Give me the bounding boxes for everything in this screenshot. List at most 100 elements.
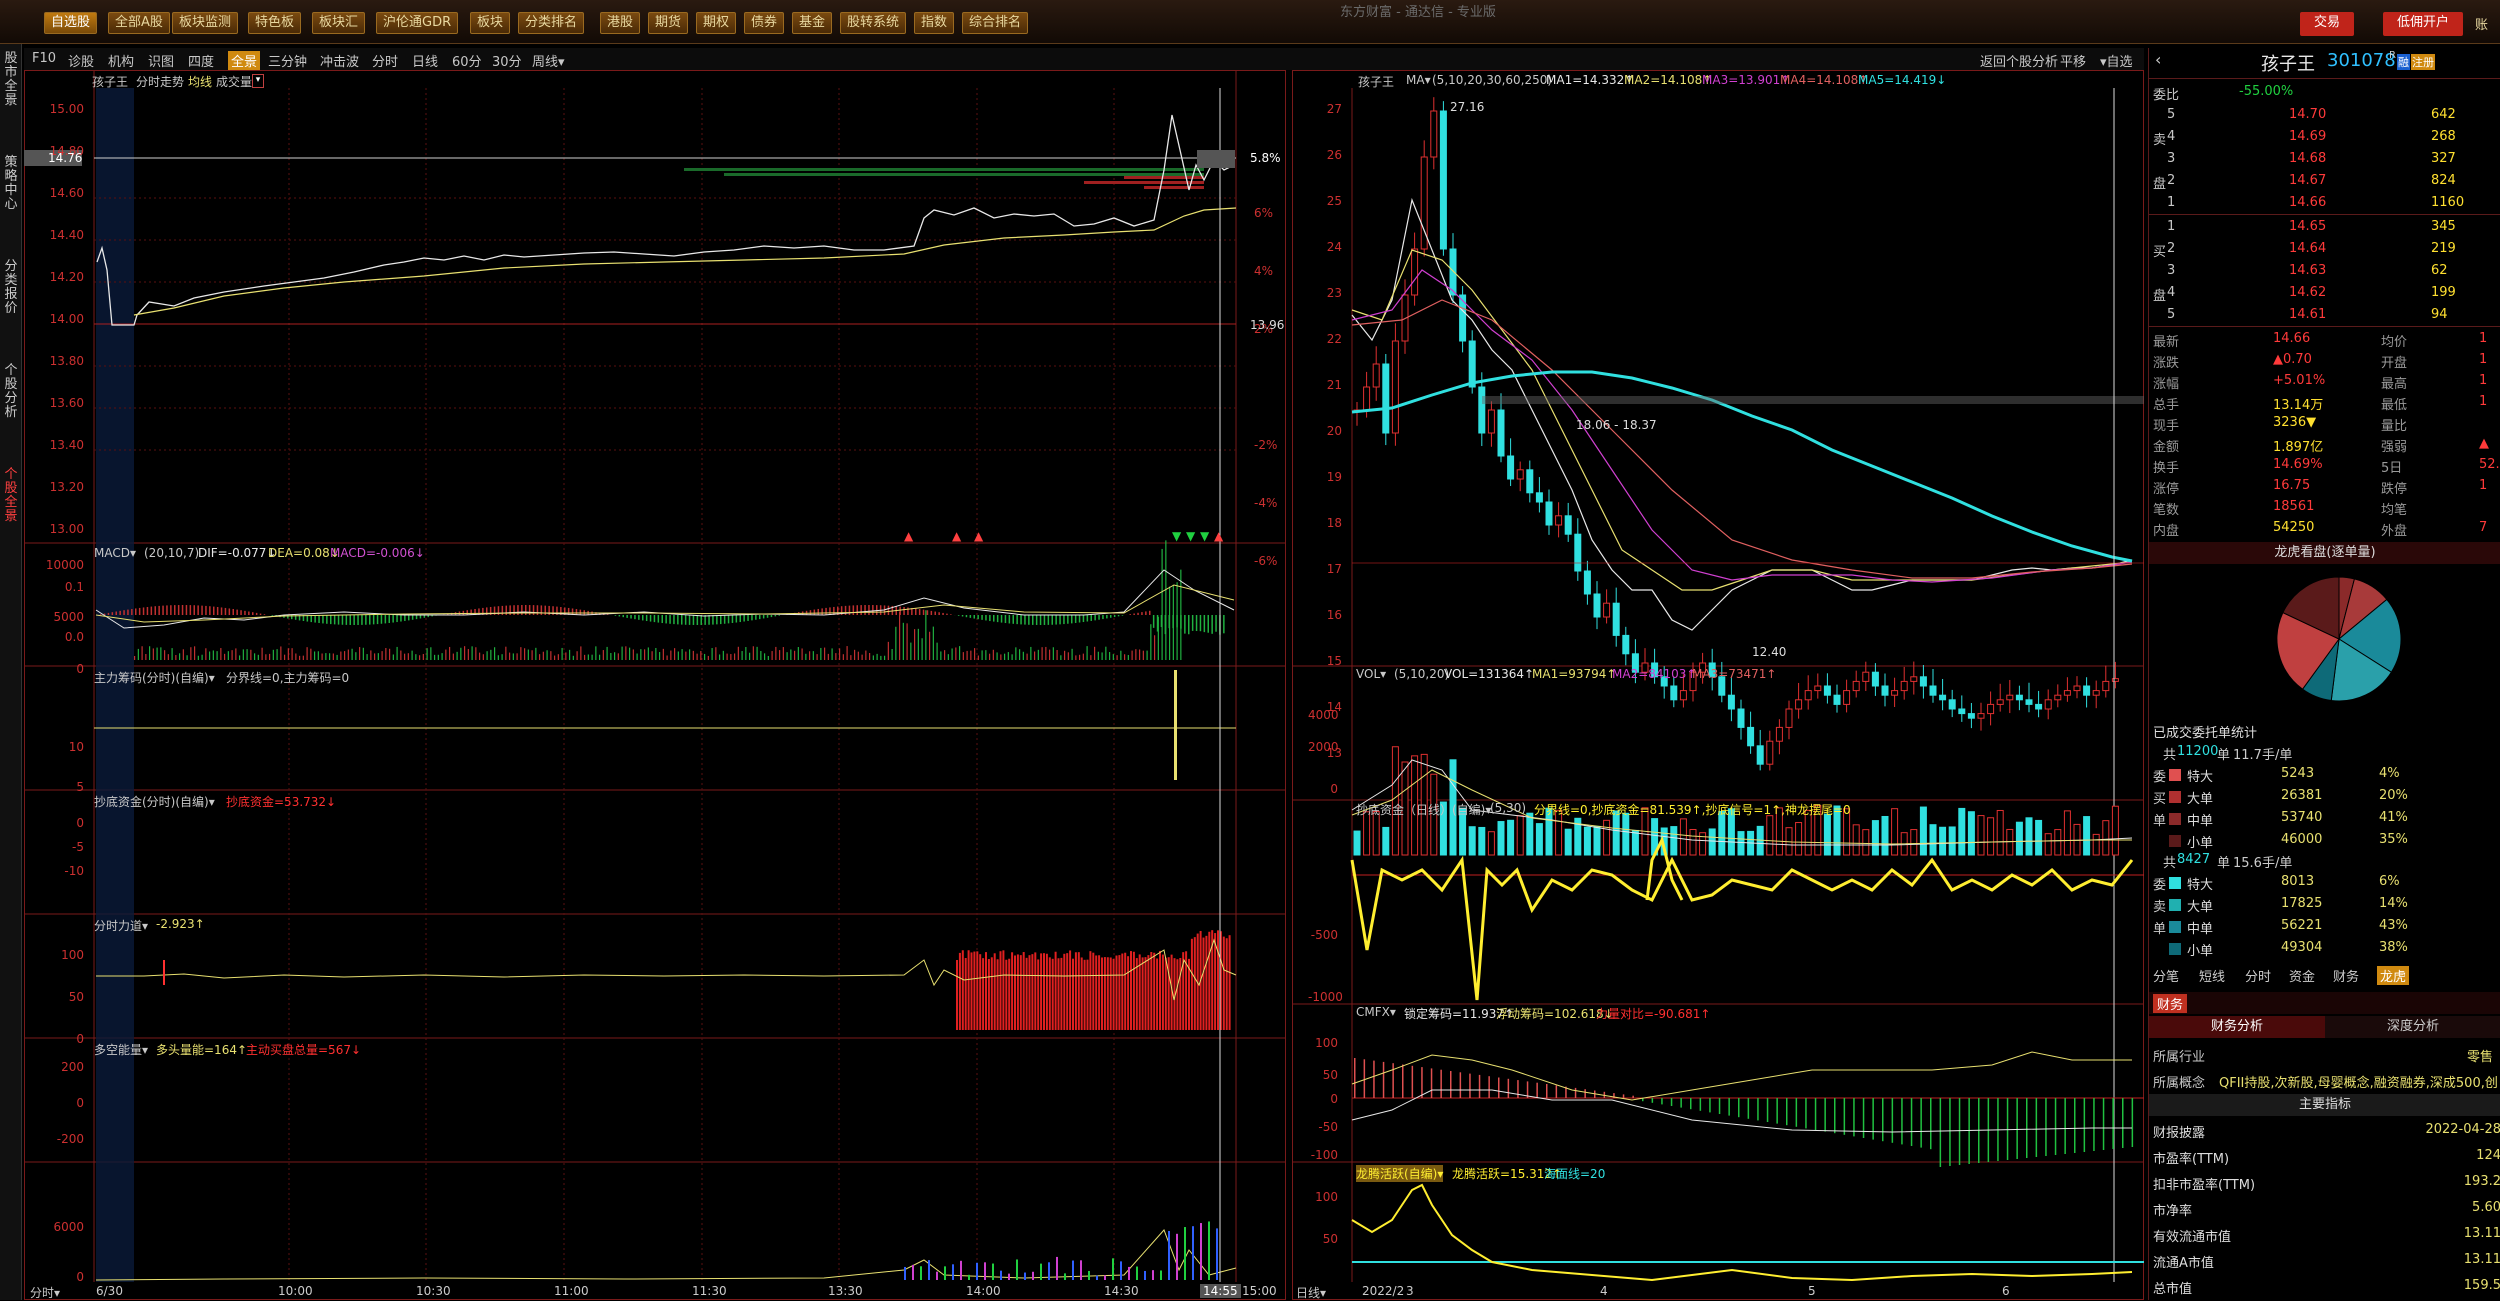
tool-2[interactable]: 机构	[108, 51, 134, 70]
tool-4[interactable]: 四度	[188, 51, 214, 70]
depth-analysis-tab[interactable]: 深度分析	[2325, 1016, 2500, 1038]
more-button[interactable]: 账	[2475, 14, 2488, 33]
volume-bar	[329, 653, 330, 660]
cmfx-bar	[1479, 1075, 1481, 1098]
daily-price-tick: 19	[1312, 470, 1342, 484]
quote-tab-3[interactable]: 资金	[2289, 966, 2315, 985]
back-arrow-icon[interactable]: ‹	[2155, 50, 2161, 69]
chevron-down-icon[interactable]: ▾	[252, 74, 264, 88]
vol-title[interactable]: VOL▾	[1356, 667, 1386, 681]
quote-tab-4[interactable]: 财务	[2333, 966, 2359, 985]
tool-0[interactable]: F10	[32, 51, 56, 66]
power-title[interactable]: 分时力道▾	[94, 917, 148, 934]
menu-4[interactable]: 板块汇	[312, 12, 365, 34]
macd-bar	[537, 605, 539, 615]
long-short-bar	[1152, 1270, 1154, 1280]
candle-body	[2074, 686, 2080, 691]
quote-tab-0[interactable]: 分笔	[2153, 966, 2179, 985]
daily-mode-button[interactable]: 日线▾	[1296, 1284, 1326, 1301]
tool-11[interactable]: 30分	[492, 51, 522, 70]
menu-10[interactable]: 期权	[696, 12, 736, 34]
fin-analysis-tab[interactable]: 财务分析	[2149, 1016, 2325, 1038]
volume-bar	[374, 653, 375, 660]
cmfx-title[interactable]: CMFX▾	[1356, 1005, 1396, 1019]
volume-bar	[352, 649, 353, 660]
candle-body	[1901, 681, 1907, 690]
menu-9[interactable]: 期货	[648, 12, 688, 34]
tool-3[interactable]: 识图	[148, 51, 174, 70]
macd-bar	[408, 615, 410, 620]
volume-bar	[487, 651, 488, 660]
group-volume: 17825	[2281, 896, 2322, 911]
volume-bar	[562, 648, 563, 660]
menu-2[interactable]: 板块监测	[172, 12, 238, 34]
macd-bar	[1001, 615, 1003, 623]
main-funds-title[interactable]: 主力筹码(分时)(自编)▾	[94, 669, 215, 686]
daily-price-tick: 26	[1312, 148, 1342, 162]
candle-body	[1786, 709, 1792, 727]
bottom-funds-bar	[1133, 952, 1135, 1030]
tool-right-1[interactable]: 平移	[2060, 51, 2086, 70]
group-prefix: 共	[2163, 852, 2176, 871]
sidebar-item-0[interactable]: 股市全景	[2, 52, 20, 108]
bottom-funds-bar	[1121, 954, 1123, 1030]
menu-12[interactable]: 基金	[792, 12, 832, 34]
menu-3[interactable]: 特色板	[248, 12, 301, 34]
tool-8[interactable]: 分时	[372, 51, 398, 70]
macd-bar	[256, 613, 258, 615]
fin-tab[interactable]: 财务	[2153, 994, 2187, 1013]
ma-title[interactable]: MA▾	[1406, 73, 1431, 87]
stat-row: 内盘54250外盘7	[2149, 517, 2500, 539]
long-power-line: 多头量能=164↑	[156, 1041, 247, 1058]
bottom-funds-bar	[1049, 957, 1051, 1030]
menu-14[interactable]: 指数	[914, 12, 954, 34]
tool-12[interactable]: 周线▾	[532, 51, 565, 70]
quote-tab-5[interactable]: 龙虎	[2377, 966, 2409, 985]
menu-0[interactable]: 自选股	[44, 12, 97, 34]
volume-bar	[918, 629, 919, 660]
sidebar-item-2[interactable]: 分类报价	[2, 260, 20, 316]
tool-1[interactable]: 诊股	[68, 51, 94, 70]
menu-1[interactable]: 全部A股	[108, 12, 170, 34]
menu-5[interactable]: 沪伦通GDR	[376, 12, 458, 34]
long-short-tick: 6000	[24, 1220, 84, 1234]
tool-6[interactable]: 三分钟	[268, 51, 307, 70]
long-short-bar	[976, 1263, 978, 1280]
sidebar-item-4[interactable]: 个股全景	[2, 468, 20, 524]
quote-tab-1[interactable]: 短线	[2199, 966, 2225, 985]
bottom-funds-bar	[1165, 958, 1167, 1030]
intraday-mode-button[interactable]: 分时▾	[30, 1284, 60, 1301]
bottom-funds-bar	[1078, 952, 1080, 1030]
menu-8[interactable]: 港股	[600, 12, 640, 34]
bottom-funds-bar	[1063, 954, 1065, 1030]
volume-bar	[138, 649, 139, 660]
tool-7[interactable]: 冲击波	[320, 51, 359, 70]
quote-tab-2[interactable]: 分时	[2245, 966, 2271, 985]
daily-bottom-funds-title[interactable]: 抄底资金（日线）(自编)▾	[1356, 801, 1491, 818]
tool-10[interactable]: 60分	[452, 51, 482, 70]
bottom-funds-title[interactable]: 抄底资金(分时)(自编)▾	[94, 793, 215, 810]
volume-bar	[472, 646, 473, 660]
tool-right-0[interactable]: 返回个股分析	[1980, 51, 2058, 70]
app-title: 东方财富 - 通达信 - 专业版	[1340, 1, 1496, 20]
menu-7[interactable]: 分类排名	[518, 12, 584, 34]
macd-bar	[151, 607, 153, 615]
sidebar-item-3[interactable]: 个股分析	[2, 364, 20, 420]
volume-bar	[183, 649, 184, 660]
daily-volume-bar	[1594, 826, 1600, 855]
trade-button[interactable]: 交易	[2300, 12, 2354, 36]
macd-title[interactable]: MACD▾	[94, 546, 136, 560]
open-account-button[interactable]: 低佣开户	[2383, 12, 2463, 36]
menu-11[interactable]: 债券	[744, 12, 784, 34]
volume-bar	[599, 655, 600, 660]
tool-5[interactable]: 全景	[228, 51, 260, 70]
dragon-title[interactable]: 龙腾活跃(自编)▾	[1356, 1165, 1443, 1182]
long-short-title[interactable]: 多空能量▾	[94, 1041, 148, 1058]
tool-9[interactable]: 日线	[412, 51, 438, 70]
menu-6[interactable]: 板块	[470, 12, 510, 34]
volume-bar	[817, 654, 818, 660]
sidebar-item-1[interactable]: 策略中心	[2, 156, 20, 212]
menu-13[interactable]: 股转系统	[840, 12, 906, 34]
menu-15[interactable]: 综合排名	[962, 12, 1028, 34]
tool-right-2[interactable]: ▾自选	[2100, 51, 2133, 70]
